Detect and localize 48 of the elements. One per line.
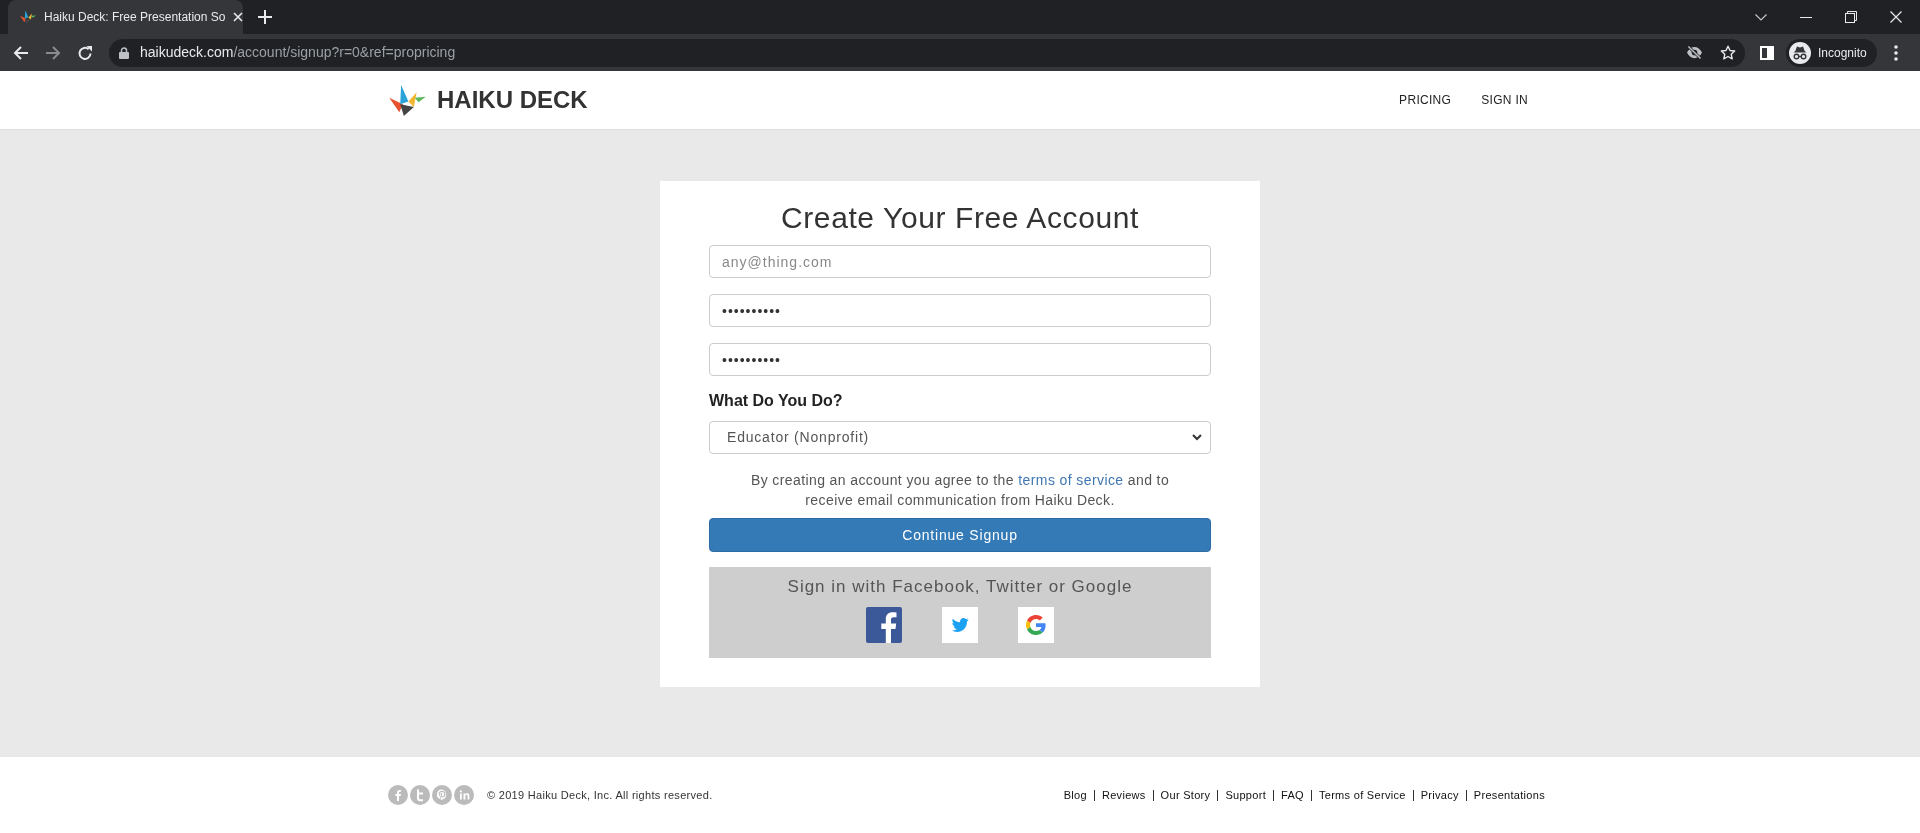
social-signin-title: Sign in with Facebook, Twitter or Google — [786, 576, 1134, 598]
star-icon[interactable] — [1720, 44, 1736, 61]
terms-link[interactable]: terms of service — [1018, 472, 1124, 488]
chevron-down-icon[interactable] — [1755, 13, 1767, 21]
input-field[interactable]: •••••••••• — [709, 294, 1211, 327]
facebook-icon[interactable] — [866, 607, 902, 643]
bird-logo-icon — [20, 10, 36, 24]
lock-icon — [119, 46, 129, 59]
copyright-text: © 2019 Haiku Deck, Inc. All rights reserved. — [487, 787, 713, 803]
bird-logo-icon[interactable] — [389, 84, 426, 116]
footer-link[interactable]: Our Story — [1160, 786, 1211, 804]
footer-link[interactable]: FAQ — [1281, 786, 1304, 804]
footer-link[interactable]: Privacy — [1420, 786, 1459, 804]
url-text: haikudeck.com/account/signup?r=0&ref=propricing — [140, 43, 456, 62]
window-restore-icon[interactable] — [1845, 11, 1857, 23]
more-menu-icon[interactable] — [1894, 44, 1898, 61]
eye-off-icon[interactable] — [1686, 45, 1703, 60]
form-title: Create Your Free Account — [780, 200, 1140, 236]
chevron-down-icon — [1192, 434, 1202, 441]
plus-icon[interactable] — [258, 10, 272, 24]
close-icon[interactable] — [1890, 11, 1902, 23]
footer-link[interactable]: Reviews — [1101, 786, 1146, 804]
address-bar[interactable]: haikudeck.com/account/signup?r=0&ref=propricing — [109, 38, 1745, 67]
nav-link[interactable]: PRICING — [1399, 91, 1452, 109]
input-field[interactable]: •••••••••• — [709, 343, 1211, 376]
logo-text[interactable]: HAIKU DECK — [437, 88, 588, 112]
side-panel-icon[interactable] — [1760, 45, 1774, 60]
footer-link[interactable]: Presentations — [1473, 786, 1545, 804]
tab-title: Haiku Deck: Free Presentation So — [44, 9, 226, 26]
continue-button[interactable]: Continue Signup — [709, 518, 1211, 552]
minimize-icon[interactable] — [1800, 16, 1812, 18]
profile-button[interactable]: Incognito — [1786, 38, 1877, 67]
nav-link[interactable]: SIGN IN — [1481, 91, 1528, 109]
reload-icon[interactable] — [77, 44, 93, 61]
consent-text: By creating an account you agree to the terms of service and to receive email communication from Haiku Deck. — [749, 471, 1171, 510]
footer-link[interactable]: Support — [1225, 786, 1267, 804]
close-icon[interactable] — [233, 12, 244, 22]
forward-arrow-icon[interactable] — [45, 44, 61, 61]
footer-link[interactable]: Blog — [1063, 786, 1087, 804]
footer-link[interactable]: Terms of Service — [1318, 786, 1406, 804]
browser-tab[interactable]: Haiku Deck: Free Presentation So — [8, 0, 243, 34]
role-select[interactable]: Educator (Nonprofit) — [709, 421, 1211, 454]
twitter-icon[interactable] — [942, 607, 978, 643]
input-field[interactable]: any@thing.com — [709, 245, 1211, 278]
google-icon[interactable] — [1018, 607, 1054, 643]
field-label: What Do You Do? — [709, 391, 844, 411]
incognito-icon — [1789, 41, 1811, 64]
back-arrow-icon[interactable] — [13, 44, 29, 61]
